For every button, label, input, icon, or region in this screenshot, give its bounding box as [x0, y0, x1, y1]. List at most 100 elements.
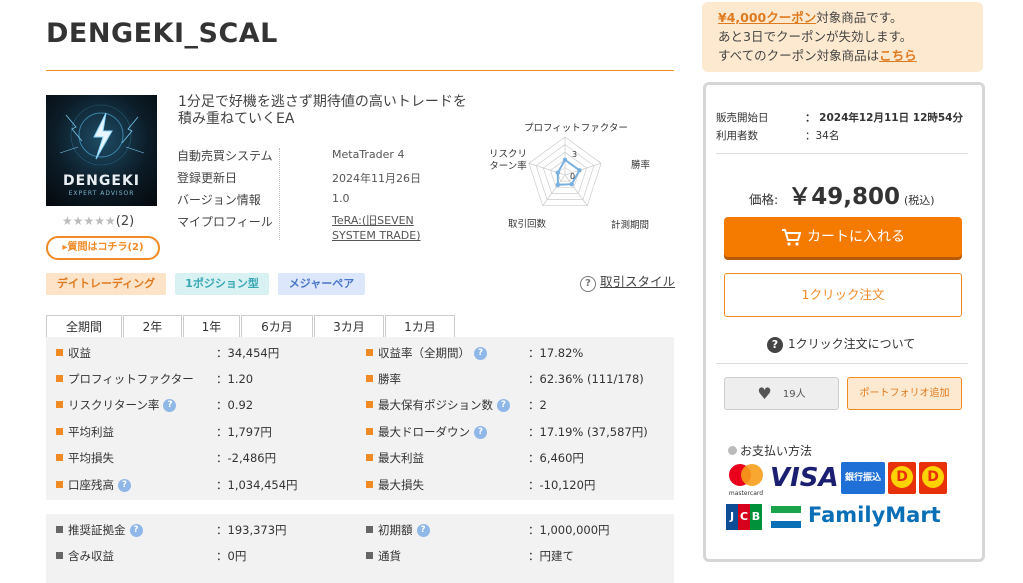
one-click-help-label: 1クリック注文について — [788, 337, 916, 351]
tab-3-months[interactable]: 3カ月 — [314, 315, 384, 338]
stat-row: 勝率 — [366, 371, 401, 388]
help-icon[interactable]: ? — [497, 399, 510, 412]
tab-all-period[interactable]: 全期間 — [46, 315, 122, 338]
one-click-help-link[interactable]: ? 1クリック注文について — [767, 335, 915, 353]
stat-label: 最大利益 — [378, 451, 424, 465]
spec-label-system: 自動売買システム — [177, 149, 273, 163]
tab-6-months[interactable]: 6カ月 — [241, 315, 313, 338]
help-icon[interactable]: ? — [129, 524, 143, 537]
review-count: (2) — [115, 214, 135, 229]
review-rating[interactable]: ★★★★★(2) — [62, 214, 134, 229]
help-icon: ? — [767, 337, 783, 353]
radar-point — [562, 157, 568, 162]
mastercard-logo: mastercard — [726, 462, 766, 497]
cart-button-label: カートに入れる — [807, 229, 905, 245]
stat-row: リスクリターン率? — [56, 397, 177, 414]
stat-label: リスクリターン率 — [68, 398, 160, 412]
radar-point — [577, 168, 582, 173]
stat-row: 最大利益 — [366, 450, 424, 467]
trade-style-link[interactable]: ? 取引スタイル — [580, 271, 675, 292]
bullet-icon — [366, 428, 373, 435]
stat-row: 最大損失 — [366, 477, 424, 494]
add-portfolio-button[interactable]: ポートフォリオ追加 — [847, 377, 962, 410]
coupon-line2: あと3日でクーポンが失効します。 — [718, 29, 913, 44]
stat-row: 最大保有ポジション数? — [366, 397, 510, 414]
stat-value: ：17.82% — [528, 346, 584, 360]
radar-label-risk-return: リスクリターン率 — [488, 149, 527, 172]
visa-logo: VISA — [770, 463, 839, 493]
stat-label: 含み収益 — [68, 549, 114, 563]
tab-1-year[interactable]: 1年 — [183, 315, 240, 338]
bullet-icon — [366, 349, 373, 356]
spec-label-version: バージョン情報 — [177, 193, 261, 207]
add-to-cart-button[interactable]: カートに入れる — [724, 217, 962, 257]
radar-point — [569, 182, 574, 187]
tab-1-month[interactable]: 1カ月 — [385, 315, 455, 338]
thumbnail-brand: DENGEKI — [62, 173, 140, 189]
price-value: ￥49,800 — [788, 184, 900, 210]
spec-divider — [279, 148, 280, 240]
stat-label: 最大保有ポジション数 — [378, 398, 493, 412]
stat-label: 最大損失 — [378, 478, 424, 492]
stat-row: 平均損失 — [56, 450, 114, 467]
bullet-icon — [56, 552, 63, 559]
daily-yamazaki-logo-1: D — [888, 462, 916, 494]
bullet-icon — [366, 526, 373, 533]
profile-link[interactable]: TeRA:(旧SEVEN SYSTEM TRADE) — [332, 213, 442, 243]
favorite-button[interactable]: ♥ 19人 — [724, 377, 839, 410]
question-button[interactable]: ▸質問はコチラ(2) — [46, 236, 160, 260]
coupon-banner: ¥4,000クーポン対象商品です。 あと3日でクーポンが失効します。 すべてのク… — [702, 2, 983, 72]
help-icon[interactable]: ? — [163, 399, 177, 412]
spec-label-updated: 登録更新日 — [177, 171, 238, 185]
sale-start-value: ： 2024年12月11日 12時54分 — [805, 112, 963, 124]
stat-row: 通貨 — [366, 548, 401, 565]
stat-value: ：17.19% (37,587円) — [528, 425, 648, 439]
tag-one-position[interactable]: 1ポジション型 — [175, 273, 269, 295]
tab-2-years[interactable]: 2年 — [123, 315, 182, 338]
title-divider — [46, 70, 674, 71]
radar-label-period: 計測期間 — [611, 220, 650, 231]
stat-label: プロフィットファクター — [68, 372, 194, 386]
price-label: 価格: — [749, 192, 779, 207]
stat-label: 最大ドローダウン — [378, 425, 470, 439]
stat-value: ：193,373円 — [216, 523, 287, 537]
users-label: 利用者数 — [716, 130, 758, 142]
tag-day-trading[interactable]: デイトレーディング — [46, 273, 166, 295]
stat-row: 最大ドローダウン? — [366, 424, 487, 441]
stat-row: 収益率（全期間）? — [366, 345, 487, 362]
stat-label: 平均利益 — [68, 425, 114, 439]
bullet-icon — [366, 375, 373, 382]
bullet-icon — [56, 428, 63, 435]
tag-major-pair[interactable]: メジャーペア — [278, 273, 365, 295]
star-rating-icon: ★★★★★ — [62, 214, 116, 228]
coupon-line1: 対象商品です。 — [816, 10, 903, 25]
spec-value-version: 1.0 — [332, 192, 350, 205]
jcb-logo: J C B — [726, 504, 762, 530]
bullet-icon — [56, 526, 63, 533]
help-icon: ? — [580, 276, 596, 292]
trade-style-label: 取引スタイル — [600, 274, 676, 289]
stat-row: 初期額? — [366, 522, 430, 539]
help-icon[interactable]: ? — [474, 426, 487, 439]
radar-point — [555, 170, 560, 175]
stat-label: 勝率 — [378, 372, 401, 386]
bullet-icon — [56, 401, 63, 408]
help-icon[interactable]: ? — [474, 347, 487, 360]
stat-value: ：6,460円 — [528, 451, 584, 465]
stat-row: 含み収益 — [56, 548, 114, 565]
stat-row: プロフィットファクター — [56, 371, 194, 388]
stat-label: 口座残高 — [68, 478, 114, 492]
product-thumbnail: DENGEKI EXPERT ADVISOR — [46, 95, 157, 206]
help-icon[interactable]: ? — [416, 524, 430, 537]
coupon-all-link[interactable]: こちら — [879, 48, 917, 63]
coupon-line3: すべてのクーポン対象商品は — [718, 48, 880, 63]
radar-label-winrate: 勝率 — [631, 160, 651, 171]
stat-value: ：1,034,454円 — [216, 478, 298, 492]
help-icon[interactable]: ? — [118, 479, 131, 492]
stat-row: 収益 — [56, 345, 91, 362]
radar-label-trades: 取引回数 — [508, 219, 547, 230]
coupon-link[interactable]: ¥4,000クーポン — [718, 10, 816, 25]
stat-value: ：-2,486円 — [216, 451, 277, 465]
stat-value: ：1,797円 — [216, 425, 272, 439]
one-click-order-button[interactable]: 1クリック注文 — [724, 273, 962, 317]
